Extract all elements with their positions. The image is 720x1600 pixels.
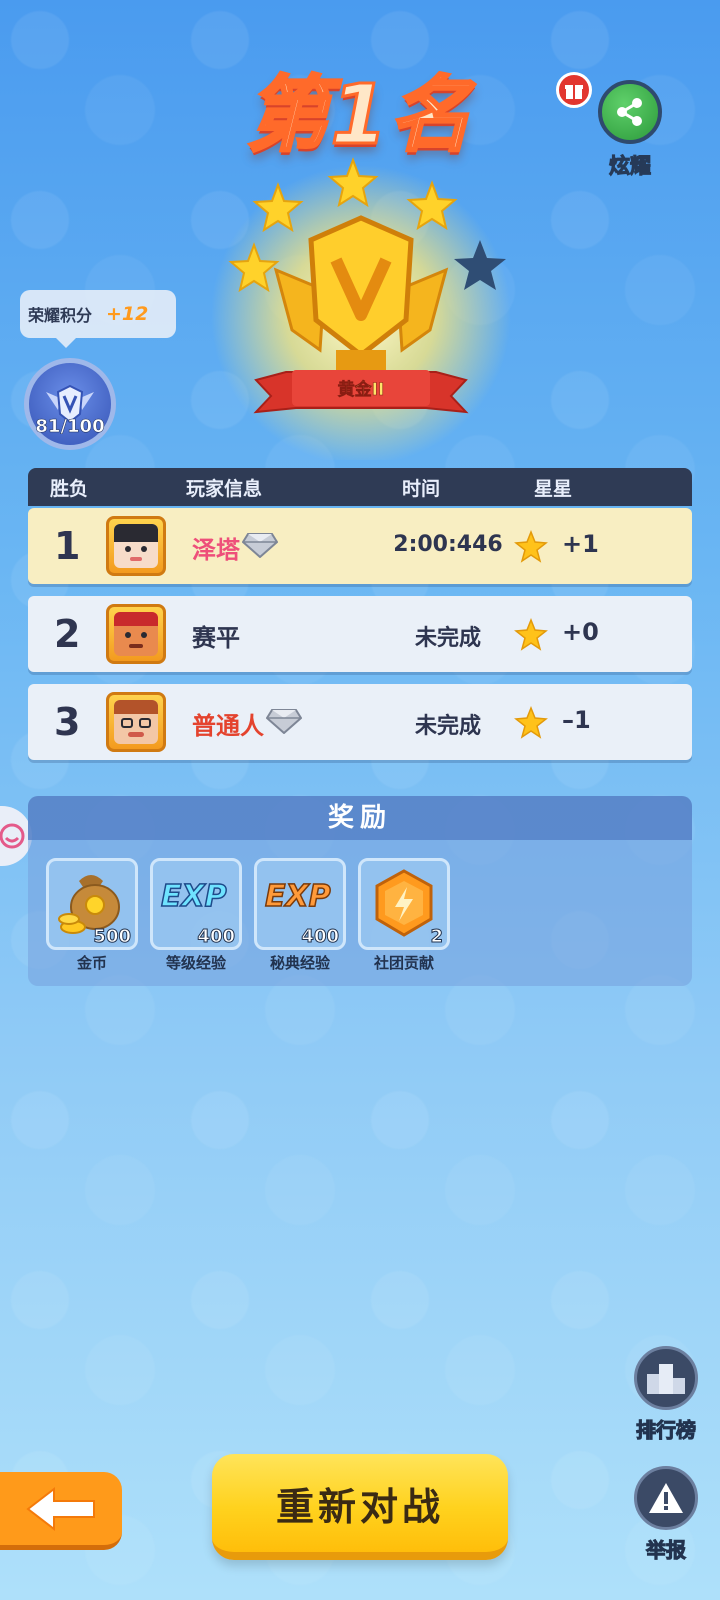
- player-avatar[interactable]: [106, 604, 166, 664]
- finish-time: 未完成: [414, 714, 481, 739]
- player-name: 普通人: [192, 712, 264, 740]
- gift-icon: [556, 72, 592, 108]
- player-name: 赛平: [192, 624, 240, 652]
- reward-box[interactable]: 2: [358, 858, 450, 950]
- star-icon: [514, 530, 548, 563]
- leaderboard-button[interactable]: 排行榜: [628, 1346, 704, 1443]
- rewards-panel: 奖励 500 金币 EXP 400 等级经验 EXP 400 秘典经验 2 社团…: [28, 796, 692, 986]
- reward-box[interactable]: EXP 400: [150, 858, 242, 950]
- share-button[interactable]: [598, 80, 662, 144]
- header-result: 胜负: [50, 477, 89, 500]
- results-table: 胜负 玩家信息 时间 星星 1 泽塔 2:00:446 +1 2 赛平 未完成 …: [28, 468, 692, 760]
- result-row[interactable]: 2 赛平 未完成 +0: [28, 596, 692, 672]
- star-icon: [514, 706, 548, 739]
- emoji-icon: [0, 823, 25, 849]
- report-button[interactable]: 举报: [628, 1466, 704, 1563]
- star-delta: –1: [562, 706, 591, 734]
- reward-quantity: 2: [430, 926, 443, 948]
- star-icon: [514, 618, 548, 651]
- diamond-rank-icon: [242, 533, 278, 558]
- honor-points-delta: +12: [106, 303, 149, 325]
- reward-codex-exp[interactable]: EXP 400 秘典经验: [254, 858, 346, 973]
- exp-icon: EXP: [264, 878, 331, 915]
- share-icon: [617, 98, 642, 126]
- header-stars: 星星: [534, 477, 573, 500]
- reward-quantity: 500: [93, 926, 132, 948]
- reward-club-contribution[interactable]: 2 社团贡献: [358, 858, 450, 973]
- reward-label: 等级经验: [165, 954, 226, 972]
- header-time: 时间: [402, 477, 441, 500]
- leaderboard-label: 排行榜: [636, 1418, 697, 1443]
- rank-number: 3: [54, 700, 81, 744]
- honor-progress-text: 81/100: [35, 416, 105, 438]
- back-button[interactable]: [0, 1472, 122, 1550]
- result-row[interactable]: 3 普通人 未完成 –1: [28, 684, 692, 760]
- gold-trophy-emblem: 黄金II: [211, 157, 511, 460]
- rewards-title: 奖励: [28, 796, 692, 840]
- rank-number: 2: [54, 612, 81, 656]
- finish-time: 未完成: [414, 626, 481, 651]
- reward-coins[interactable]: 500 金币: [46, 858, 138, 973]
- reward-quantity: 400: [301, 926, 340, 948]
- share-label: 炫耀: [609, 154, 652, 179]
- reward-box[interactable]: EXP 400: [254, 858, 346, 950]
- player-avatar[interactable]: [106, 692, 166, 752]
- warning-icon: [634, 1466, 698, 1530]
- star-delta: +0: [562, 618, 599, 646]
- rank-number: 1: [54, 524, 81, 568]
- player-name: 泽塔: [192, 536, 240, 564]
- reward-label: 秘典经验: [269, 954, 330, 972]
- rematch-button[interactable]: 重新对战: [212, 1454, 508, 1560]
- exp-icon: EXP: [160, 878, 227, 915]
- star-delta: +1: [562, 530, 599, 558]
- finish-time: 2:00:446: [393, 532, 503, 557]
- reward-quantity: 400: [197, 926, 236, 948]
- report-label: 举报: [646, 1538, 687, 1563]
- podium-icon: [634, 1346, 698, 1410]
- reward-level-exp[interactable]: EXP 400 等级经验: [150, 858, 242, 973]
- reward-label: 社团贡献: [373, 954, 434, 972]
- trophy-tier-label: 黄金II: [338, 379, 385, 400]
- honor-points-bubble: 荣耀积分 +12: [20, 290, 176, 348]
- diamond-rank-icon: [266, 709, 302, 734]
- reward-label: 金币: [76, 954, 107, 972]
- honor-points-label: 荣耀积分: [28, 306, 93, 325]
- result-row[interactable]: 1 泽塔 2:00:446 +1: [28, 508, 692, 584]
- player-avatar[interactable]: [106, 516, 166, 576]
- share-control[interactable]: 炫耀: [556, 72, 670, 180]
- results-header: 胜负 玩家信息 时间 星星: [28, 468, 692, 506]
- header-player: 玩家信息: [186, 477, 263, 500]
- arrow-left-icon: [26, 1486, 95, 1531]
- reward-box[interactable]: 500: [46, 858, 138, 950]
